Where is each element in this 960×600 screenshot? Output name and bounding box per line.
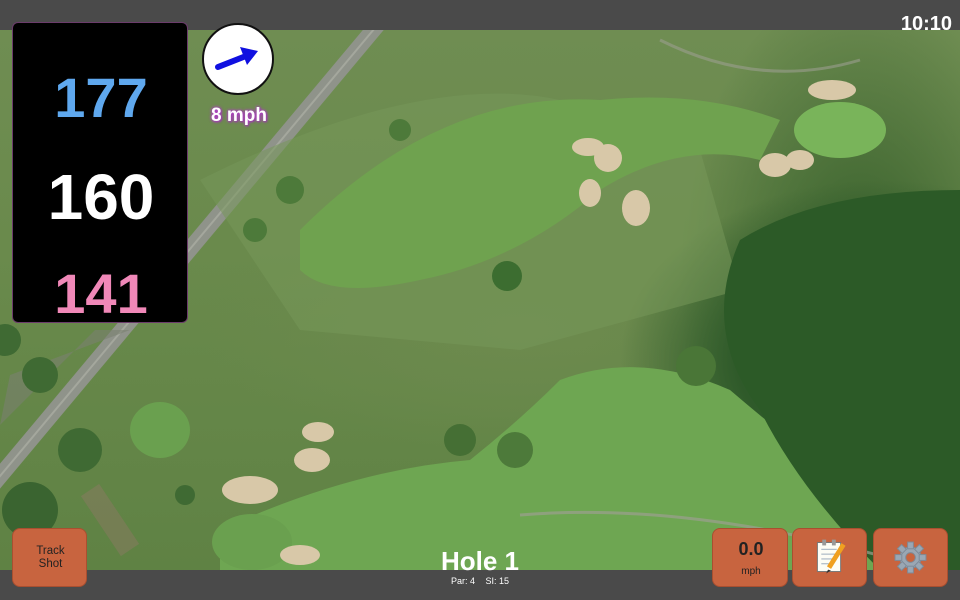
notepad-pencil-icon [816,539,846,574]
settings-button[interactable] [873,528,948,587]
hole-title: Hole 1 [440,546,520,576]
scorecard-notes-button[interactable] [792,528,867,587]
gear-icon [894,541,927,574]
track-shot-button[interactable]: Track Shot [12,528,87,587]
hole-par: Par: 4 [450,576,475,586]
speed-unit: mph [741,566,761,577]
wind-indicator[interactable] [202,23,274,95]
front-of-green-distance: 141 [54,262,148,325]
distance-panel: 177 160 141 [12,22,188,325]
middle-of-green-distance: 160 [47,161,155,233]
hole-stroke-index: SI: 15 [485,576,510,586]
wind-direction-arrow-icon [215,47,258,70]
shot-speed-button[interactable]: 0.0 mph [712,528,788,587]
speed-value: 0.0 [738,539,764,559]
wind-speed: 8 mph [211,105,267,126]
hole-info: Par: 4 SI: 15 [380,577,580,586]
back-of-green-distance: 177 [54,66,148,129]
track-shot-label: Track Shot [36,545,65,570]
